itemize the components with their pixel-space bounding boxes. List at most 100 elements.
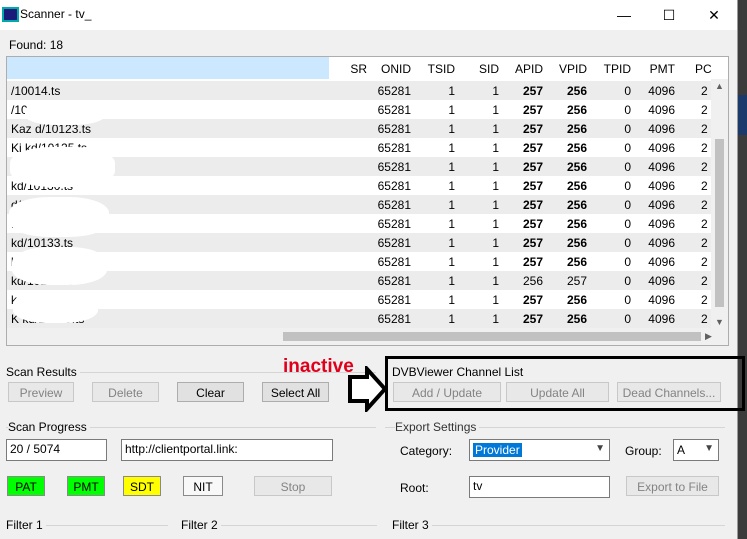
maximize-button[interactable]: ☐ <box>646 0 692 30</box>
cell-onid: 65281 <box>377 141 411 155</box>
cell-pmt: 4096 <box>648 312 675 326</box>
export-settings-group: Export Settings <box>385 420 725 434</box>
window-title: Scanner - tv_ <box>20 7 92 21</box>
cell-sid: 1 <box>492 274 499 288</box>
close-button[interactable]: ✕ <box>691 0 737 30</box>
cell-tpid: 0 <box>624 179 631 193</box>
minimize-button[interactable]: — <box>601 0 647 30</box>
cell-onid: 65281 <box>377 274 411 288</box>
vertical-scrollbar[interactable]: ▲ ▼ <box>711 79 728 329</box>
cell-vpid: 256 <box>566 312 587 326</box>
table-row[interactable]: /10014.ts 65281 1 1 257 256 0 4096 2 <box>7 81 711 100</box>
background-window-edge <box>738 95 747 135</box>
category-label: Category: <box>400 444 453 458</box>
title-bar: Scanner - tv_ — ☐ ✕ <box>0 0 737 30</box>
scan-count-field[interactable]: 20 / 5074 <box>6 439 107 461</box>
table-row[interactable]: /10015.ts6528111257256040962 <box>7 100 711 119</box>
category-select[interactable]: Provider ▼ <box>469 439 610 461</box>
header-name-column[interactable] <box>7 57 329 79</box>
table-row[interactable]: kd/10130.ts6528111257256040962 <box>7 176 711 195</box>
column-onid[interactable]: ONID <box>367 62 411 76</box>
cell-tsid: 1 <box>448 255 455 269</box>
cell-apid: 257 <box>522 122 543 136</box>
column-sr[interactable]: SR <box>329 62 367 76</box>
cell-tpid: 0 <box>624 312 631 326</box>
redaction-blot <box>13 291 98 323</box>
cell-onid: 65281 <box>377 103 411 117</box>
scroll-down-icon[interactable]: ▼ <box>715 317 724 327</box>
redaction-blot <box>12 247 107 285</box>
stop-button[interactable]: Stop <box>254 476 332 496</box>
scan-url-field[interactable]: http://clientportal.link: <box>121 439 333 461</box>
column-tsid[interactable]: TSID <box>411 62 455 76</box>
table-row[interactable]: d/10131.ts6528111257256040962 <box>7 195 711 214</box>
vertical-scroll-thumb[interactable] <box>715 139 724 307</box>
cell-vpid: 256 <box>566 122 587 136</box>
horizontal-scrollbar[interactable]: ▶ <box>7 328 728 345</box>
table-row[interactable]: kd/10135.ts6528111256257040962 <box>7 271 711 290</box>
column-apid[interactable]: APID <box>499 62 543 76</box>
filter3-group: Filter 3 <box>392 518 725 532</box>
cell-pmt: 4096 <box>648 84 675 98</box>
cell-sid: 1 <box>492 236 499 250</box>
table-row[interactable]: kd/10134.ts6528111257256040962 <box>7 252 711 271</box>
cell-onid: 65281 <box>377 179 411 193</box>
table-row[interactable]: Ki kd/10125.ts6528111257256040962 <box>7 138 711 157</box>
cell-tsid: 1 <box>448 160 455 174</box>
cell-tsid: 1 <box>448 198 455 212</box>
table-row[interactable]: kd/10133.ts 65281 1 1 257 256 0 4096 2 <box>7 233 711 252</box>
cell-pmt: 4096 <box>648 236 675 250</box>
cell-onid: 65281 <box>377 236 411 250</box>
select-all-button[interactable]: Select All <box>262 382 329 402</box>
cell-tsid: 1 <box>448 103 455 117</box>
cell-tpid: 0 <box>624 293 631 307</box>
scan-results-label: Scan Results <box>6 365 80 379</box>
cell-tpid: 0 <box>624 236 631 250</box>
cell-tsid: 1 <box>448 293 455 307</box>
scroll-right-icon[interactable]: ▶ <box>705 331 712 342</box>
scanner-window: Scanner - tv_ — ☐ ✕ Found: 18 SR ONID TS… <box>0 0 738 539</box>
cell-tsid: 1 <box>448 122 455 136</box>
cell-sid: 1 <box>492 141 499 155</box>
export-to-file-button[interactable]: Export to File <box>626 476 719 496</box>
cell-sid: 1 <box>492 255 499 269</box>
redaction-blot <box>9 197 109 237</box>
scan-progress-group: Scan Progress <box>6 420 376 434</box>
scan-url-text: http://clientportal.link: <box>125 442 238 456</box>
root-field[interactable]: tv <box>469 476 610 498</box>
table-row[interactable]: K d/10132.ts6528111257256040962 <box>7 214 711 233</box>
cell-apid: 257 <box>522 198 543 212</box>
clear-button[interactable]: Clear <box>177 382 244 402</box>
delete-button[interactable]: Delete <box>92 382 159 402</box>
cell-name: /10014.ts <box>11 84 61 98</box>
column-sid[interactable]: SID <box>455 62 499 76</box>
cell-apid: 257 <box>522 179 543 193</box>
scroll-up-icon[interactable]: ▲ <box>715 81 724 91</box>
cell-sid: 1 <box>492 179 499 193</box>
cell-onid: 65281 <box>377 312 411 326</box>
horizontal-scroll-thumb[interactable] <box>283 332 701 341</box>
table-row[interactable]: K kd/10139.ts6528111257256040962 <box>7 309 711 328</box>
found-count: Found: 18 <box>9 38 64 52</box>
cell-vpid: 256 <box>566 255 587 269</box>
column-pc[interactable]: PC <box>695 62 715 76</box>
column-pmt[interactable]: PMT <box>631 62 675 76</box>
annotation-inactive-label: inactive <box>283 356 354 377</box>
channel-grid[interactable]: SR ONID TSID SID APID VPID TPID PMT PC /… <box>6 56 729 346</box>
group-select[interactable]: A ▼ <box>673 439 719 461</box>
pmt-indicator: PMT <box>67 476 105 496</box>
cell-tpid: 0 <box>624 255 631 269</box>
cell-apid: 257 <box>522 103 543 117</box>
column-tpid[interactable]: TPID <box>587 62 631 76</box>
annotation-arrow-icon <box>348 366 388 412</box>
cell-tsid: 1 <box>448 141 455 155</box>
cell-apid: 257 <box>522 236 543 250</box>
cell-tsid: 1 <box>448 84 455 98</box>
table-row[interactable]: kd/10136.ts6528111257256040962 <box>7 290 711 309</box>
table-row[interactable]: Kaz d/10123.ts 65281 1 1 257 256 0 4096 2 <box>7 119 711 138</box>
cell-sid: 1 <box>492 312 499 326</box>
cell-sid: 1 <box>492 103 499 117</box>
column-vpid[interactable]: VPID <box>543 62 587 76</box>
grid-header: SR ONID TSID SID APID VPID TPID PMT PC <box>7 57 728 79</box>
preview-button[interactable]: Preview <box>8 382 74 402</box>
